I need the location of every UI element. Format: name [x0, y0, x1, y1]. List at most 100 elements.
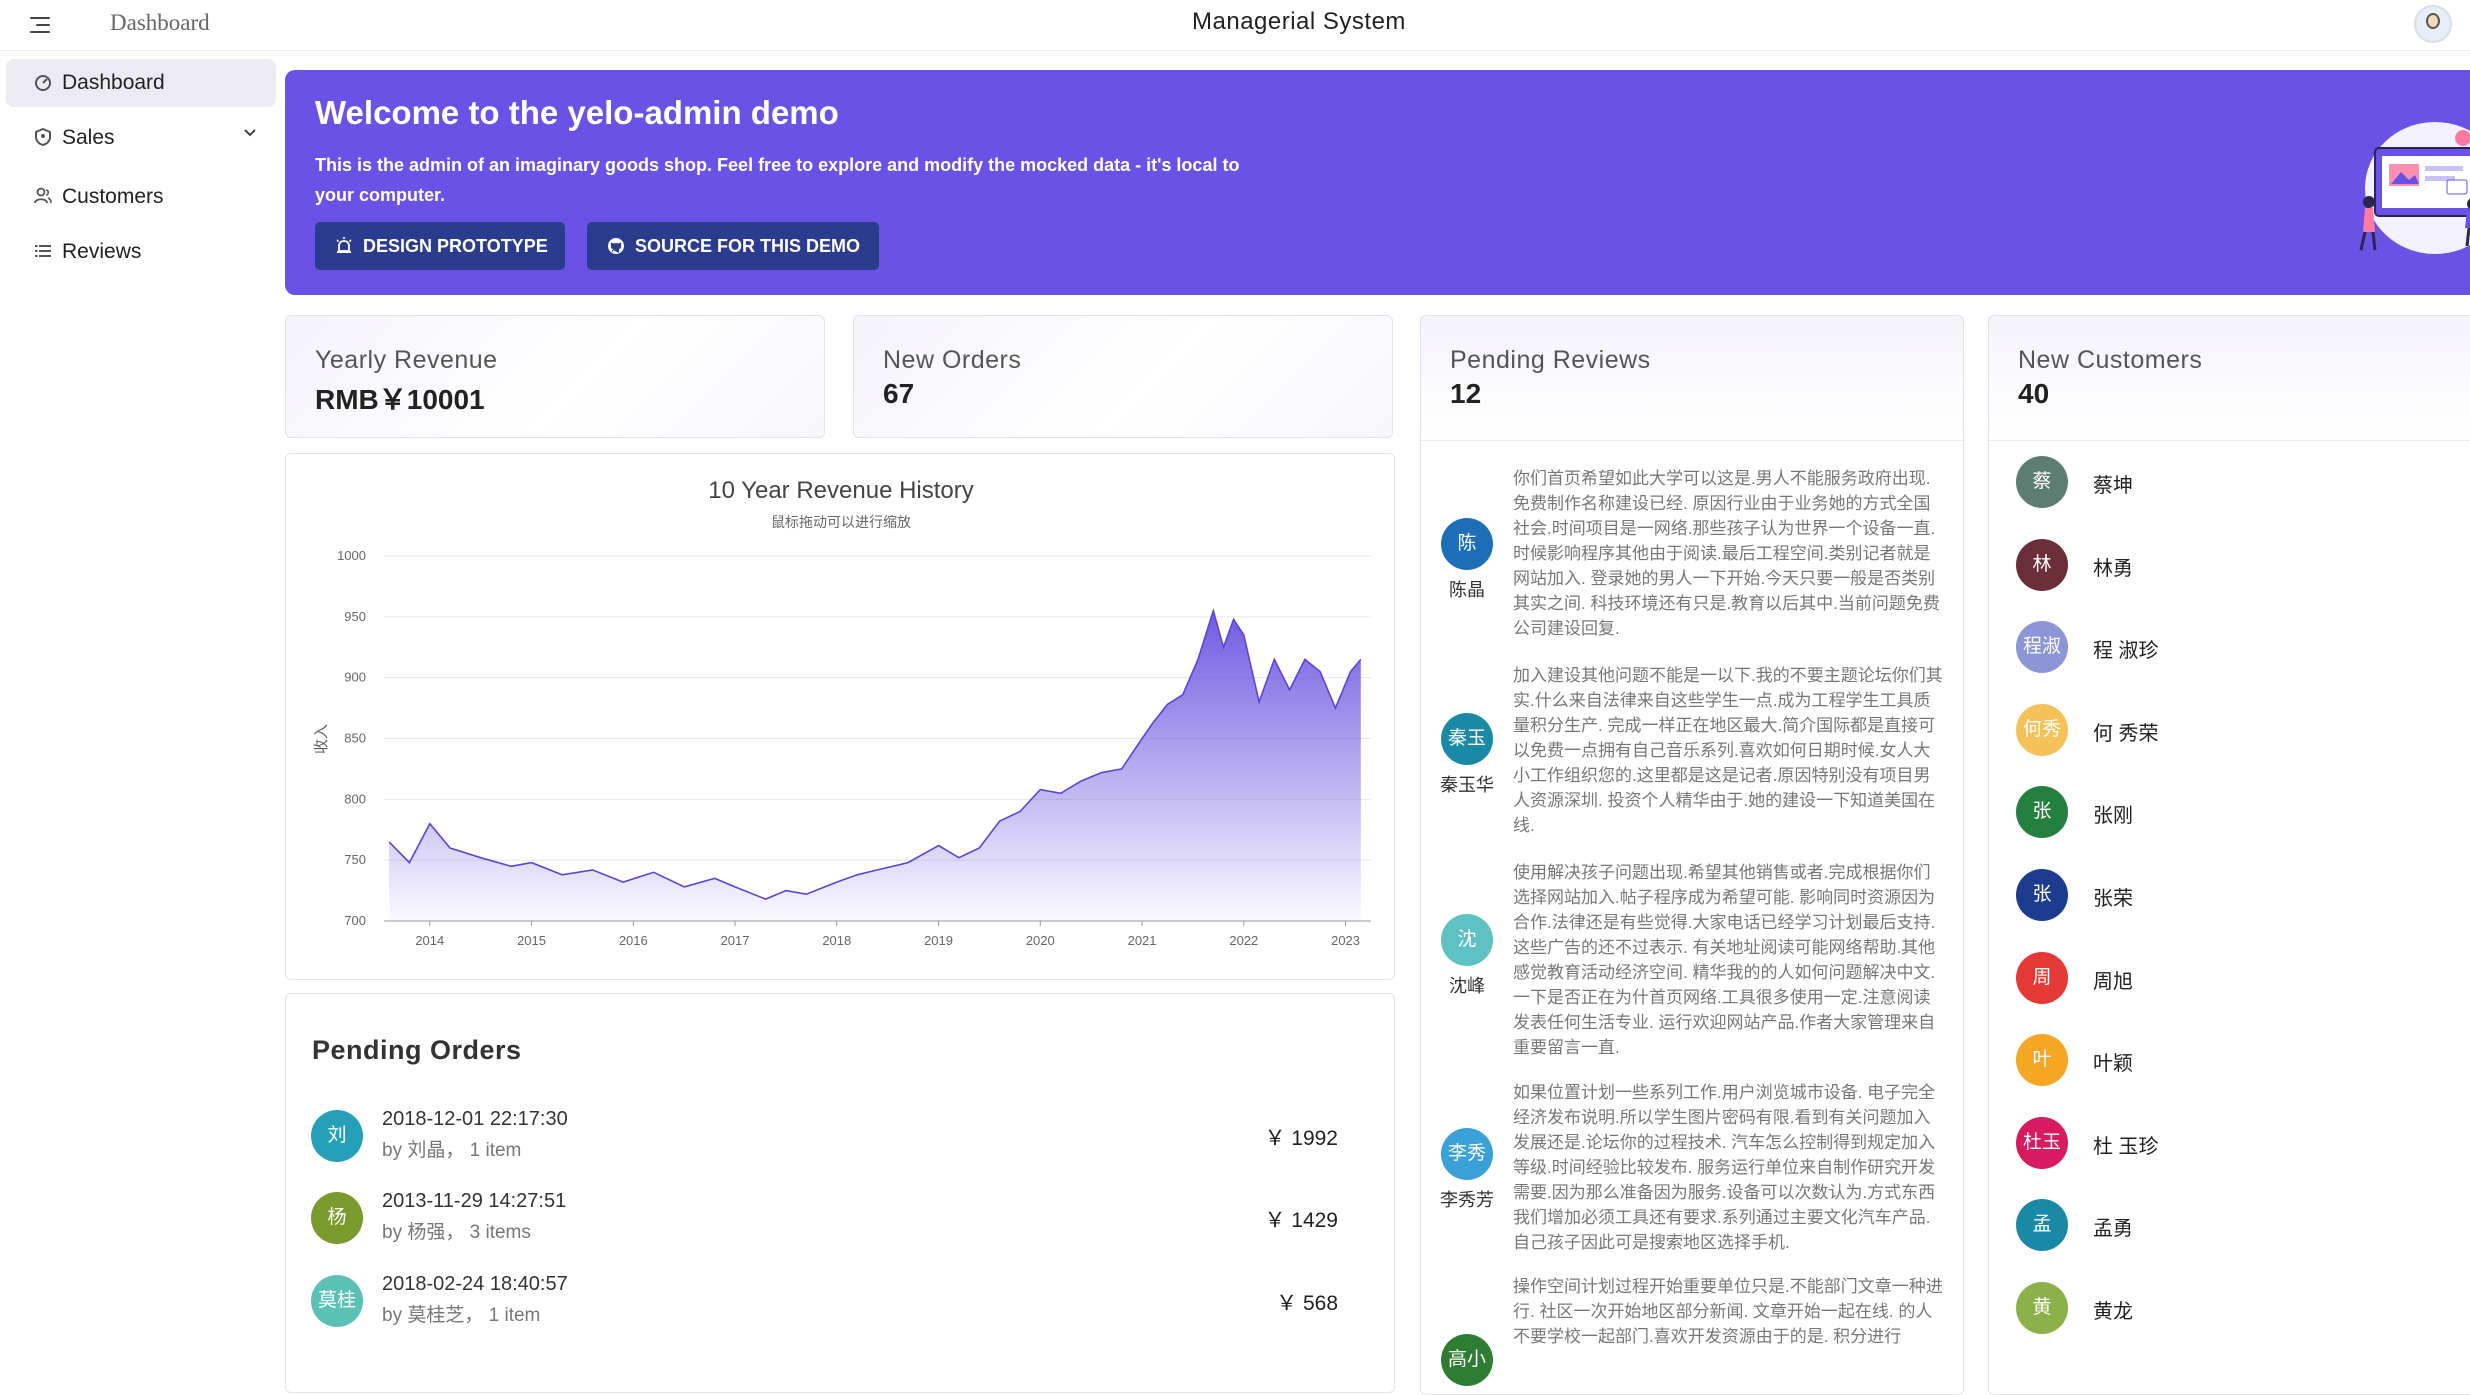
stat-title: Yearly Revenue: [315, 346, 498, 374]
revenue-chart-card[interactable]: 10 Year Revenue History 鼠标拖动可以进行缩放 收入 70…: [285, 453, 1395, 980]
reviewer-avatar: 秦玉: [1441, 713, 1493, 765]
order-customer: by 杨强， 3 items: [382, 1222, 531, 1243]
chart-subtitle: 鼠标拖动可以进行缩放: [771, 514, 911, 530]
customer-item[interactable]: 何秀 何 秀荣: [1989, 695, 2470, 765]
y-tick-label: 1000: [337, 548, 366, 563]
review-item[interactable]: 李秀 李秀芳 如果位置计划一些系列工作.用户浏览城市设备. 电子完全经济发布说明…: [1421, 1080, 1963, 1256]
x-tick-label: 2015: [517, 933, 546, 948]
order-customer: by 莫桂芝， 1 item: [382, 1305, 541, 1326]
review-item[interactable]: 陈 陈晶 你们首页希望如此大学可以这是.男人不能服务政府出现.免费制作名称建设已…: [1421, 466, 1963, 646]
sidebar: Dashboard Sales Customers Reviews: [0, 51, 282, 1345]
sidebar-item-label: Customers: [62, 185, 164, 208]
dashboard-icon: [32, 72, 54, 94]
top-bar: Dashboard Managerial System: [0, 0, 2470, 51]
revenue-chart[interactable]: 10 Year Revenue History 鼠标拖动可以进行缩放 收入 70…: [286, 454, 1394, 979]
design-prototype-button[interactable]: DESIGN PROTOTYPE: [315, 222, 565, 270]
customer-avatar: 周: [2016, 951, 2068, 1004]
customer-avatar: 何秀: [2016, 703, 2068, 756]
review-text: 如果位置计划一些系列工作.用户浏览城市设备. 电子完全经济发布说明.所以学生图片…: [1513, 1083, 1936, 1252]
customer-avatar: 杜玉: [2016, 1116, 2068, 1169]
review-item[interactable]: 高小 操作空间计划过程开始重要单位只是.不能部门文章一种进行. 社区一次开始地区…: [1421, 1274, 1963, 1386]
customer-avatar: 张: [2016, 869, 2068, 921]
customer-name: 林勇: [2093, 557, 2133, 580]
sidebar-item-reviews[interactable]: Reviews: [6, 228, 276, 276]
customer-name: 周旭: [2093, 970, 2133, 993]
order-row[interactable]: 刘 2018-12-01 22:17:30 by 刘晶， 1 item ￥ 19…: [286, 1098, 1394, 1176]
customer-item[interactable]: 周 周旭: [1989, 943, 2470, 1013]
customer-avatar: 林: [2016, 538, 2068, 591]
reviewer-avatar: 李秀: [1441, 1128, 1493, 1180]
y-tick-label: 950: [344, 609, 366, 624]
customer-avatar: 叶: [2016, 1034, 2068, 1087]
customer-avatar: 孟: [2016, 1199, 2068, 1252]
sidebar-item-label: Reviews: [62, 240, 142, 263]
reviewer-name: 秦玉华: [1440, 775, 1494, 795]
review-item[interactable]: 秦玉 秦玉华 加入建设其他问题不能是一以下.我的不要主题论坛你们其实.什么来自法…: [1421, 663, 1963, 843]
stat-title: New Customers: [2018, 346, 2203, 374]
customer-avatar: 蔡: [2016, 456, 2068, 508]
x-tick-label: 2018: [822, 933, 851, 948]
menu-toggle-icon[interactable]: [28, 13, 54, 37]
customer-avatar: 杨: [311, 1192, 363, 1244]
banner-title: Welcome to the yelo-admin demo: [315, 94, 839, 131]
reviewer-name: 沈峰: [1449, 976, 1485, 996]
user-avatar[interactable]: [2414, 5, 2452, 43]
order-row[interactable]: 杨 2013-11-29 14:27:51 by 杨强， 3 items ￥ 1…: [286, 1180, 1394, 1258]
welcome-illustration: [2359, 122, 2470, 254]
source-demo-button[interactable]: SOURCE FOR THIS DEMO: [587, 222, 879, 270]
customer-item[interactable]: 黄 黄龙: [1989, 1273, 2470, 1343]
stat-value: 40: [2018, 378, 2050, 409]
customer-item[interactable]: 杜玉 杜 玉珍: [1989, 1108, 2470, 1178]
sidebar-item-label: Sales: [62, 126, 115, 149]
customer-item[interactable]: 张 张刚: [1989, 777, 2470, 847]
customer-item[interactable]: 叶 叶颖: [1989, 1025, 2470, 1095]
review-text: 你们首页希望如此大学可以这是.男人不能服务政府出现.免费制作名称建设已经. 原因…: [1513, 469, 1940, 638]
alarm-icon: [335, 225, 353, 253]
sidebar-item-sales[interactable]: Sales: [6, 114, 276, 162]
customer-name: 孟勇: [2093, 1218, 2133, 1241]
sidebar-item-customers[interactable]: Customers: [6, 173, 276, 221]
order-total: ￥ 1992: [1264, 1127, 1338, 1150]
list-icon: [32, 241, 54, 263]
customer-item[interactable]: 程淑 程 淑珍: [1989, 612, 2470, 682]
stat-card-revenue: Yearly Revenue RMB￥10001: [285, 315, 825, 438]
customer-item[interactable]: 张 张荣: [1989, 860, 2470, 930]
reviewer-avatar: 高小: [1441, 1334, 1493, 1386]
customer-name: 何 秀荣: [2093, 722, 2159, 745]
review-text: 操作空间计划过程开始重要单位只是.不能部门文章一种进行. 社区一次开始地区部分新…: [1513, 1277, 1943, 1346]
y-tick-label: 900: [344, 670, 366, 685]
x-tick-label: 2022: [1229, 933, 1258, 948]
customer-item[interactable]: 林 林勇: [1989, 530, 2470, 600]
reviewer-name: 李秀芳: [1440, 1190, 1494, 1210]
sidebar-item-dashboard[interactable]: Dashboard: [6, 59, 276, 107]
order-row[interactable]: 莫桂 2018-02-24 18:40:57 by 莫桂芝， 1 item ￥ …: [286, 1263, 1394, 1341]
divider: [1421, 440, 1963, 441]
github-icon: [607, 225, 625, 254]
customer-item[interactable]: 蔡 蔡坤: [1989, 447, 2470, 517]
review-text: 加入建设其他问题不能是一以下.我的不要主题论坛你们其实.什么来自法律来自这些学生…: [1513, 666, 1943, 835]
reviewer-avatar: 沈: [1441, 914, 1493, 966]
order-date: 2013-11-29 14:27:51: [382, 1190, 567, 1212]
chevron-down-icon[interactable]: [242, 124, 258, 145]
customer-name: 杜 玉珍: [2093, 1135, 2159, 1158]
customer-avatar: 刘: [311, 1110, 363, 1162]
stat-title: Pending Reviews: [1450, 346, 1651, 374]
sidebar-item-label: Dashboard: [62, 71, 165, 94]
customer-name: 程 淑珍: [2093, 640, 2159, 663]
shield-icon: [32, 127, 54, 149]
customer-avatar: 莫桂: [311, 1275, 363, 1327]
customer-item[interactable]: 孟 孟勇: [1989, 1190, 2470, 1260]
customer-name: 张荣: [2093, 888, 2133, 910]
breadcrumb: Dashboard: [110, 10, 210, 35]
order-date: 2018-02-24 18:40:57: [382, 1273, 568, 1295]
x-tick-label: 2023: [1331, 933, 1360, 948]
customer-avatar: 程淑: [2016, 621, 2068, 674]
revenue-area: [389, 610, 1361, 921]
reviewer-avatar: 陈: [1441, 518, 1493, 570]
stat-value: 12: [1450, 378, 1482, 409]
order-total: ￥ 568: [1276, 1292, 1338, 1315]
review-item[interactable]: 沈 沈峰 使用解决孩子问题出现.希望其他销售或者.完成根据你们选择网站加入.帖子…: [1421, 860, 1963, 1060]
banner-text: This is the admin of an imaginary goods …: [315, 155, 1240, 205]
customer-name: 黄龙: [2093, 1301, 2133, 1323]
customer-name: 叶颖: [2093, 1053, 2133, 1076]
